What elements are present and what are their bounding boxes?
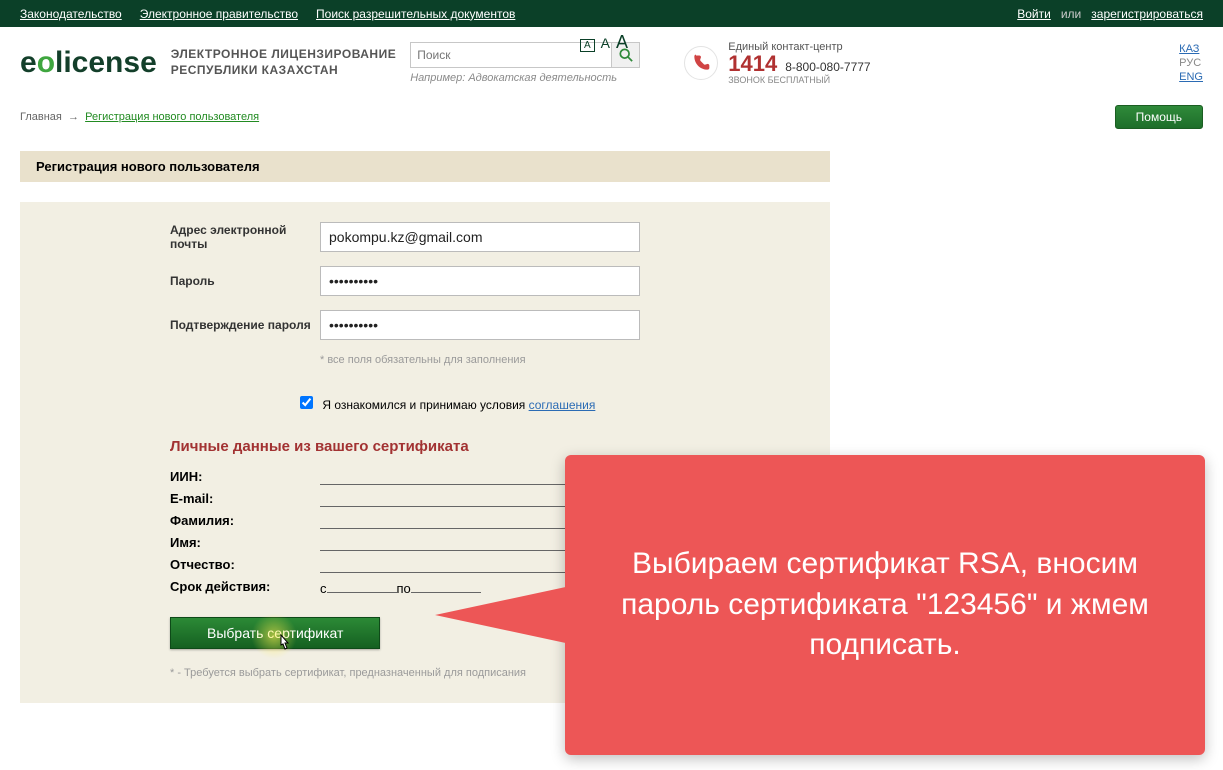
top-links: Законодательство Электронное правительст…	[20, 7, 515, 21]
top-bar: Законодательство Электронное правительст…	[0, 0, 1223, 27]
cert-title: Личные данные из вашего сертификата	[170, 438, 810, 455]
page-title: Регистрация нового пользователя	[20, 151, 830, 182]
font-large[interactable]: A	[616, 32, 628, 53]
or-text: или	[1061, 7, 1081, 21]
breadcrumb-home[interactable]: Главная	[20, 111, 62, 123]
lang-eng[interactable]: ENG	[1179, 71, 1203, 83]
instruction-callout: Выбираем сертификат RSA, вносим пароль с…	[565, 455, 1205, 755]
link-egov[interactable]: Электронное правительство	[140, 7, 298, 21]
choose-cert-label: Выбрать сертификат	[207, 625, 343, 641]
registration-form: Адрес электронной почты Пароль Подтвержд…	[20, 202, 830, 386]
agreement-row: Я ознакомился и принимаю условия соглаше…	[20, 386, 830, 422]
link-legislation[interactable]: Законодательство	[20, 7, 122, 21]
logo-dot: о	[37, 46, 55, 80]
cert-iin-label: ИИН:	[170, 469, 320, 485]
logo-e: e	[20, 46, 37, 80]
lang-kaz[interactable]: КАЗ	[1179, 43, 1203, 55]
sublogo-line1: ЭЛЕКТРОННОЕ ЛИЦЕНЗИРОВАНИЕ	[171, 47, 396, 63]
top-auth: Войти или зарегистрироваться	[1017, 7, 1203, 21]
breadcrumb-row: Главная → Регистрация нового пользовател…	[0, 101, 1223, 133]
agree-text: Я ознакомился и принимаю условия	[322, 398, 528, 412]
logo-subtitle: ЭЛЕКТРОННОЕ ЛИЦЕНЗИРОВАНИЕ РЕСПУБЛИКИ КА…	[171, 47, 396, 78]
register-link[interactable]: зарегистрироваться	[1091, 7, 1203, 21]
cert-lastname-label: Фамилия:	[170, 513, 320, 529]
password2-label: Подтверждение пароля	[170, 318, 320, 332]
lang-rus[interactable]: РУС	[1179, 57, 1203, 69]
password-label: Пароль	[170, 274, 320, 288]
sublogo-line2: РЕСПУБЛИКИ КАЗАХСТАН	[171, 63, 396, 79]
font-size-switch: A A A	[580, 32, 628, 53]
search-example: Например: Адвокатская деятельность	[410, 72, 640, 84]
cert-patronym-label: Отчество:	[170, 557, 320, 573]
required-note: * все поля обязательны для заполнения	[320, 354, 810, 366]
language-switch: КАЗ РУС ENG	[1179, 43, 1203, 83]
font-small[interactable]: A	[580, 39, 595, 52]
contact-toll: 8-800-080-7777	[785, 60, 870, 74]
font-medium[interactable]: A	[601, 35, 610, 51]
breadcrumb-current[interactable]: Регистрация нового пользователя	[85, 111, 259, 123]
agree-link[interactable]: соглашения	[529, 398, 596, 412]
cert-from-line	[327, 579, 397, 593]
logo[interactable]: eоlicense	[20, 46, 157, 80]
cert-validity-label: Срок действия:	[170, 579, 320, 595]
email-field[interactable]	[320, 222, 640, 252]
logo-word: license	[55, 46, 157, 80]
breadcrumb: Главная → Регистрация нового пользовател…	[20, 111, 259, 123]
cert-email-label: E-mail:	[170, 491, 320, 507]
agree-checkbox[interactable]	[300, 396, 313, 409]
cert-firstname-label: Имя:	[170, 535, 320, 551]
help-button[interactable]: Помощь	[1115, 105, 1203, 129]
choose-cert-button[interactable]: Выбрать сертификат	[170, 617, 380, 649]
email-label: Адрес электронной почты	[170, 223, 320, 251]
cert-to: по	[397, 581, 411, 596]
link-search-docs[interactable]: Поиск разрешительных документов	[316, 7, 515, 21]
phone-icon	[684, 46, 718, 80]
password-field[interactable]	[320, 266, 640, 296]
contact-text: Единый контакт-центр 1414 8-800-080-7777…	[728, 41, 870, 85]
contact-number: 1414	[728, 53, 777, 75]
header: eоlicense ЭЛЕКТРОННОЕ ЛИЦЕНЗИРОВАНИЕ РЕС…	[0, 27, 1223, 97]
password2-field[interactable]	[320, 310, 640, 340]
contact-free: ЗВОНОК БЕСПЛАТНЫЙ	[728, 75, 870, 85]
contact-center: Единый контакт-центр 1414 8-800-080-7777…	[684, 41, 870, 85]
callout-text: Выбираем сертификат RSA, вносим пароль с…	[605, 544, 1165, 666]
login-link[interactable]: Войти	[1017, 7, 1051, 21]
